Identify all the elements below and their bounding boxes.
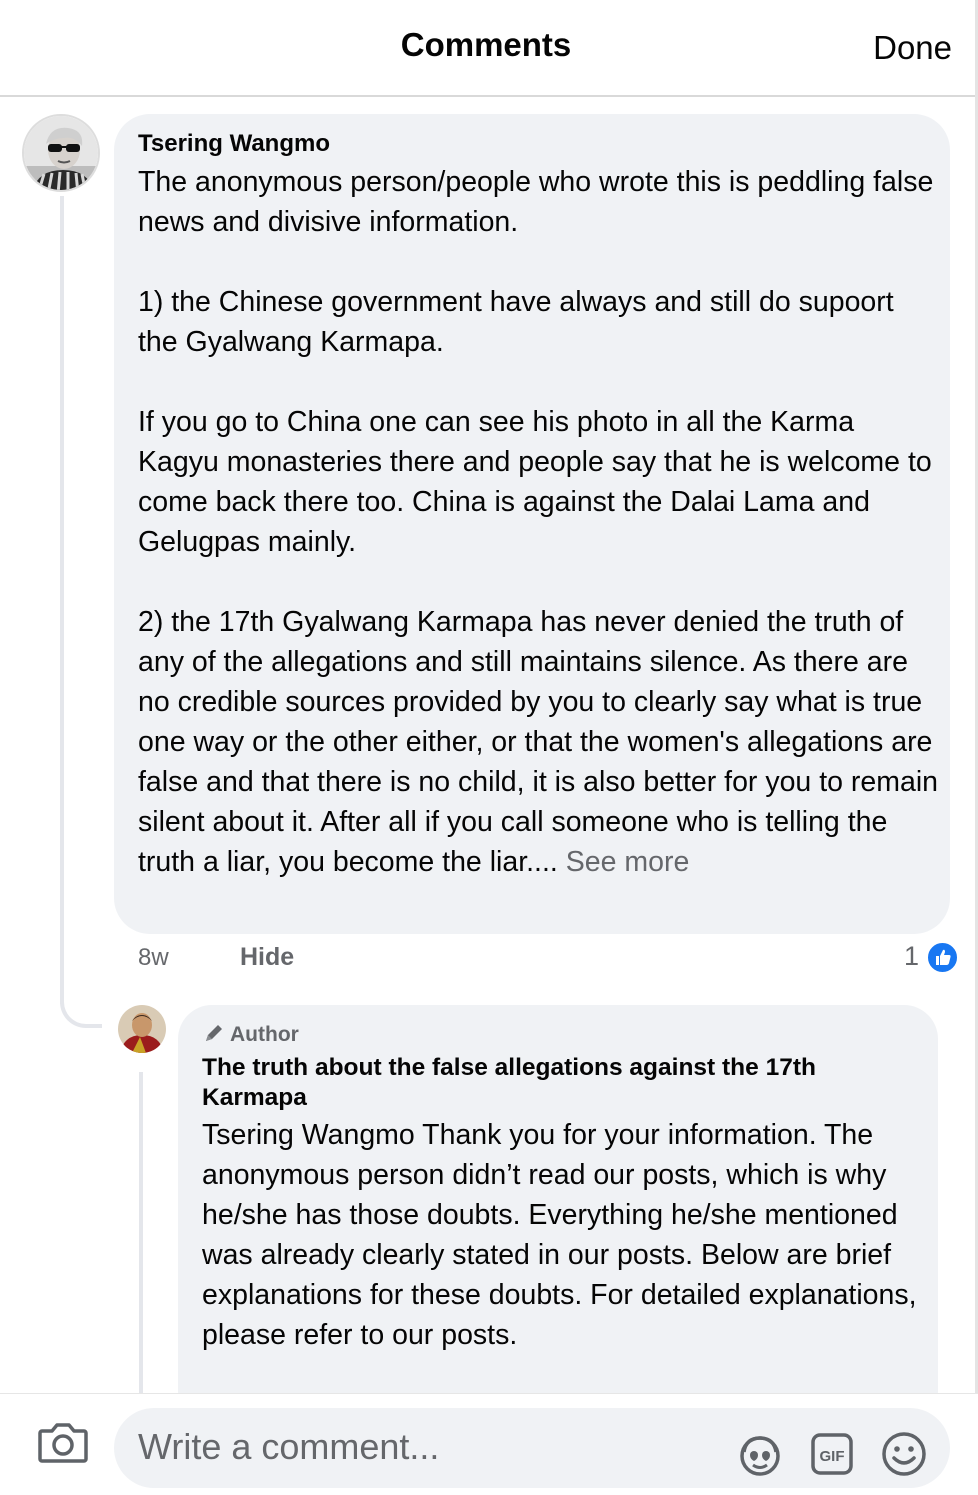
thumbs-up-icon[interactable]: [926, 941, 959, 974]
comment-input-placeholder: Write a comment...: [138, 1426, 440, 1467]
camera-icon[interactable]: [38, 1419, 88, 1465]
comment-bubble[interactable]: Tsering Wangmo The anonymous person/peop…: [114, 114, 950, 934]
thread-line: [60, 196, 64, 1004]
reply-text: Tsering Wangmo Thank you for your inform…: [202, 1119, 925, 1351]
avatar[interactable]: [118, 1005, 166, 1053]
author-badge: Author: [202, 1021, 299, 1047]
svg-text:GIF: GIF: [820, 1448, 845, 1465]
comments-screen: Comments Done Tsering Wangmo The anonymo…: [0, 0, 978, 1495]
hide-button[interactable]: Hide: [240, 943, 294, 972]
avatar[interactable]: [22, 114, 100, 192]
avatar-sticker-icon[interactable]: [736, 1430, 784, 1478]
gif-icon[interactable]: GIF: [808, 1430, 856, 1478]
comment-input[interactable]: Write a comment... GIF: [114, 1408, 950, 1488]
done-button[interactable]: Done: [873, 29, 952, 67]
comment-timestamp: 8w: [138, 944, 169, 971]
author-badge-label: Author: [230, 1023, 299, 1046]
comment-text: The anonymous person/people who wrote th…: [138, 162, 938, 882]
comment-body: The anonymous person/people who wrote th…: [138, 166, 939, 878]
thread-line: [139, 1072, 143, 1395]
emoji-icon[interactable]: [880, 1430, 928, 1478]
page-title: Comments: [400, 26, 572, 63]
profile-photo-icon: [118, 1005, 166, 1053]
thread-connector: [60, 980, 102, 1028]
like-count[interactable]: 1: [904, 941, 919, 972]
profile-photo-icon: [24, 116, 98, 190]
comment-composer: Write a comment... GIF: [0, 1393, 978, 1495]
reply-bubble[interactable]: Author The truth about the false allegat…: [178, 1005, 938, 1425]
reply-author[interactable]: The truth about the false allegations ag…: [202, 1053, 902, 1113]
comment-author[interactable]: Tsering Wangmo: [138, 130, 330, 158]
pen-icon: [206, 1025, 222, 1041]
header-bar: Comments Done: [0, 0, 978, 97]
see-more-link[interactable]: See more: [566, 846, 690, 878]
